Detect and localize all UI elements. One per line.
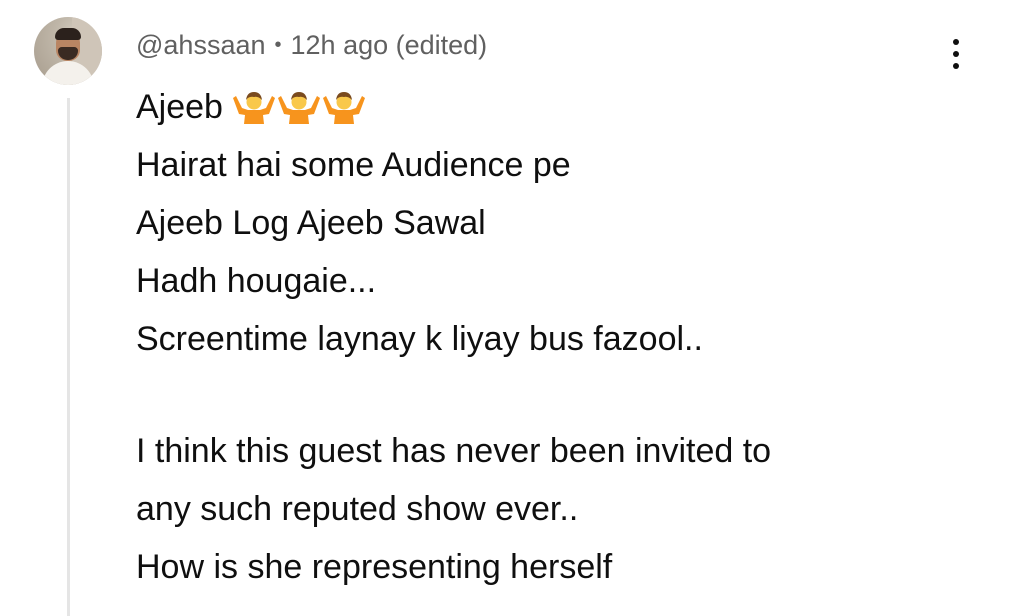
comment-time: 12h ago (edited) [290, 29, 488, 60]
more-vertical-icon[interactable] [942, 32, 970, 76]
comment-line: Hairat hai some Audience pe [136, 146, 571, 184]
comment-line: any such reputed show ever.. [136, 490, 579, 528]
avatar[interactable] [34, 17, 102, 85]
comment-line: I think this guest has never been invite… [136, 432, 772, 470]
person-shrugging-emoji [277, 92, 320, 124]
person-shrugging-emoji [322, 92, 365, 124]
author-name[interactable]: @ahssaan [136, 30, 266, 61]
thread-line [67, 98, 70, 616]
comment-line: How is she representing herself [136, 548, 613, 586]
comment-line: Hadh hougaie... [136, 262, 377, 300]
comment: @ahssaan • 12h ago (edited) Ajeeb Hairat… [0, 0, 1024, 616]
comment-line: Screentime laynay k liyay bus fazool.. [136, 320, 703, 358]
emoji-group [232, 88, 365, 124]
comment-line: Ajeeb [136, 78, 996, 136]
person-shrugging-emoji [232, 92, 275, 124]
comment-body: Ajeeb Hairat hai some Audience pe Ajeeb … [136, 78, 996, 596]
meta-separator: • [274, 33, 282, 56]
comment-line: Ajeeb Log Ajeeb Sawal [136, 204, 486, 242]
comment-header: @ahssaan • 12h ago (edited) [136, 27, 487, 63]
